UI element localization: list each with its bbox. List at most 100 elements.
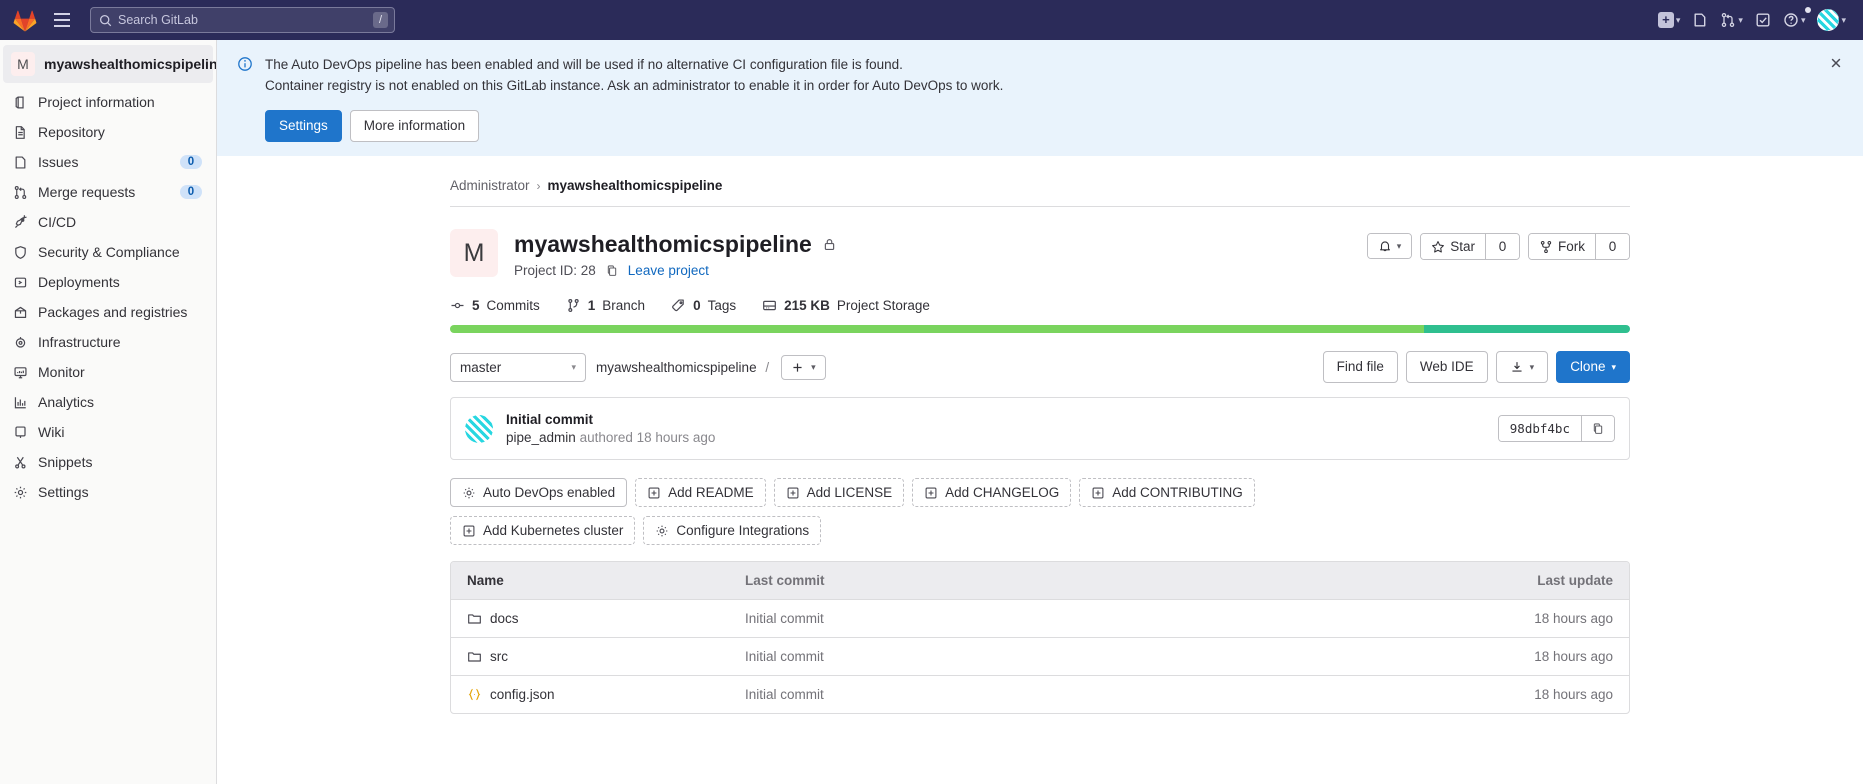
fork-button-group[interactable]: Fork 0 <box>1528 233 1630 260</box>
download-source-button[interactable]: ▾ <box>1495 351 1549 383</box>
user-menu[interactable]: ▾ <box>1812 5 1851 35</box>
table-row[interactable]: config.json Initial commit 18 hours ago <box>451 676 1629 713</box>
add-contributing-button[interactable]: Add CONTRIBUTING <box>1079 478 1255 507</box>
file-name[interactable]: config.json <box>490 687 555 702</box>
gitlab-logo-icon[interactable] <box>12 7 38 33</box>
alert-more-information-button[interactable]: More information <box>349 110 480 142</box>
stat-branches-value: 1 <box>587 298 596 313</box>
sidebar-item-wiki[interactable]: Wiki <box>0 417 216 447</box>
commit-sha-group: 98dbf4bc <box>1497 415 1615 442</box>
file-last-commit[interactable]: Initial commit <box>745 687 1493 702</box>
sidebar-item-merge-requests[interactable]: Merge requests 0 <box>0 177 216 207</box>
language-segment-secondary[interactable] <box>1423 325 1630 333</box>
bell-icon-button[interactable]: ▾ <box>1367 234 1412 258</box>
merge-requests-count-badge: 0 <box>180 185 202 199</box>
auto-devops-enabled-button[interactable]: Auto DevOps enabled <box>450 478 628 507</box>
shield-icon <box>12 244 28 260</box>
gear-icon <box>12 484 28 500</box>
help-menu[interactable]: ▾ <box>1778 7 1811 32</box>
sidebar-item-issues[interactable]: Issues 0 <box>0 147 216 177</box>
auto-devops-alert: The Auto DevOps pipeline has been enable… <box>217 40 1863 156</box>
web-ide-button[interactable]: Web IDE <box>1405 351 1488 383</box>
sidebar-item-repository[interactable]: Repository <box>0 117 216 147</box>
todos-link[interactable] <box>1750 8 1776 32</box>
add-readme-button[interactable]: Add README <box>635 478 766 507</box>
add-changelog-button[interactable]: Add CHANGELOG <box>912 478 1072 507</box>
sidebar-item-snippets[interactable]: Snippets <box>0 447 216 477</box>
clone-button[interactable]: Clone ▾ <box>1556 351 1630 383</box>
alert-settings-button[interactable]: Settings <box>265 110 342 142</box>
file-name[interactable]: src <box>490 649 508 664</box>
find-file-button[interactable]: Find file <box>1322 351 1398 383</box>
issues-link[interactable] <box>1687 8 1713 32</box>
gear-icon <box>655 524 669 538</box>
file-name[interactable]: docs <box>490 611 519 626</box>
issues-icon <box>12 154 28 170</box>
last-commit-author[interactable]: pipe_admin <box>506 430 576 445</box>
sidebar-item-label: Deployments <box>38 274 120 290</box>
project-header: M myawshealthomicspipeline Project ID: 2… <box>450 207 1630 278</box>
language-breakdown-bar <box>450 325 1630 333</box>
sidebar-item-label: Merge requests <box>38 184 136 200</box>
copy-clipboard-icon[interactable] <box>605 264 619 278</box>
merge-requests-menu[interactable]: ▾ <box>1715 8 1748 32</box>
path-separator: / <box>765 359 770 375</box>
json-file-icon <box>467 687 482 702</box>
infrastructure-icon <box>12 334 28 350</box>
file-name-cell: src <box>467 649 745 664</box>
alert-line-2: Container registry is not enabled on thi… <box>265 78 1004 93</box>
sidebar-item-label: CI/CD <box>38 214 77 230</box>
breadcrumb-current[interactable]: myawshealthomicspipeline <box>548 178 723 193</box>
star-button-group[interactable]: Star 0 <box>1420 233 1520 260</box>
sidebar-item-packages-registries[interactable]: Packages and registries <box>0 297 216 327</box>
fork-button[interactable]: Fork <box>1529 234 1595 259</box>
stat-tags[interactable]: 0 Tags <box>671 298 736 313</box>
file-last-commit[interactable]: Initial commit <box>745 611 1493 626</box>
breadcrumb-owner[interactable]: Administrator <box>450 178 530 193</box>
project-avatar: M <box>11 52 35 76</box>
hamburger-menu-icon[interactable] <box>48 6 76 34</box>
stat-commits[interactable]: 5 Commits <box>450 298 540 313</box>
file-name-cell: docs <box>467 611 745 626</box>
chevron-down-icon: ▾ <box>1841 14 1846 25</box>
star-button[interactable]: Star <box>1421 234 1485 259</box>
sidebar-item-project-information[interactable]: Project information <box>0 87 216 117</box>
configure-integrations-button[interactable]: Configure Integrations <box>643 516 822 545</box>
table-row[interactable]: docs Initial commit 18 hours ago <box>451 600 1629 638</box>
sidebar-project-header[interactable]: M myawshealthomicspipeline <box>3 45 216 83</box>
download-icon <box>1510 360 1524 374</box>
add-to-repository-button[interactable]: ▾ <box>781 354 826 380</box>
search-shortcut-key: / <box>372 12 388 28</box>
table-row[interactable]: src Initial commit 18 hours ago <box>451 638 1629 676</box>
stat-branches-label: Branch <box>602 298 646 313</box>
stat-branches[interactable]: 1 Branch <box>566 298 645 313</box>
stat-storage[interactable]: 215 KB Project Storage <box>762 298 930 313</box>
sidebar-item-security-compliance[interactable]: Security & Compliance <box>0 237 216 267</box>
sidebar-item-settings[interactable]: Settings <box>0 477 216 507</box>
language-segment-primary[interactable] <box>450 325 1424 333</box>
stat-storage-label: Project Storage <box>836 298 930 313</box>
sidebar-item-analytics[interactable]: Analytics <box>0 387 216 417</box>
sidebar-item-deployments[interactable]: Deployments <box>0 267 216 297</box>
last-commit-title[interactable]: Initial commit <box>506 412 715 427</box>
sidebar-item-ci-cd[interactable]: CI/CD <box>0 207 216 237</box>
repository-path-root[interactable]: myawshealthomicspipeline <box>596 360 757 375</box>
fork-count[interactable]: 0 <box>1595 234 1629 259</box>
alert-body: The Auto DevOps pipeline has been enable… <box>265 54 1847 142</box>
add-license-button[interactable]: Add LICENSE <box>773 478 905 507</box>
star-count[interactable]: 0 <box>1485 234 1519 259</box>
sidebar-item-monitor[interactable]: Monitor <box>0 357 216 387</box>
sidebar-item-infrastructure[interactable]: Infrastructure <box>0 327 216 357</box>
add-kubernetes-cluster-button[interactable]: Add Kubernetes cluster <box>450 516 636 545</box>
search-input[interactable]: Search GitLab / <box>90 7 395 33</box>
create-new-menu[interactable]: + ▾ <box>1653 8 1686 32</box>
commit-sha-value[interactable]: 98dbf4bc <box>1498 416 1581 441</box>
notification-dropdown[interactable]: ▾ <box>1366 233 1413 259</box>
repository-doc-icon <box>12 124 28 140</box>
file-last-update: 18 hours ago <box>1534 687 1613 702</box>
file-last-commit[interactable]: Initial commit <box>745 649 1493 664</box>
copy-clipboard-icon[interactable] <box>1581 416 1614 441</box>
branch-selector[interactable]: master ▾ <box>450 352 586 382</box>
leave-project-link[interactable]: Leave project <box>628 263 709 278</box>
close-x-icon[interactable] <box>1825 54 1847 72</box>
